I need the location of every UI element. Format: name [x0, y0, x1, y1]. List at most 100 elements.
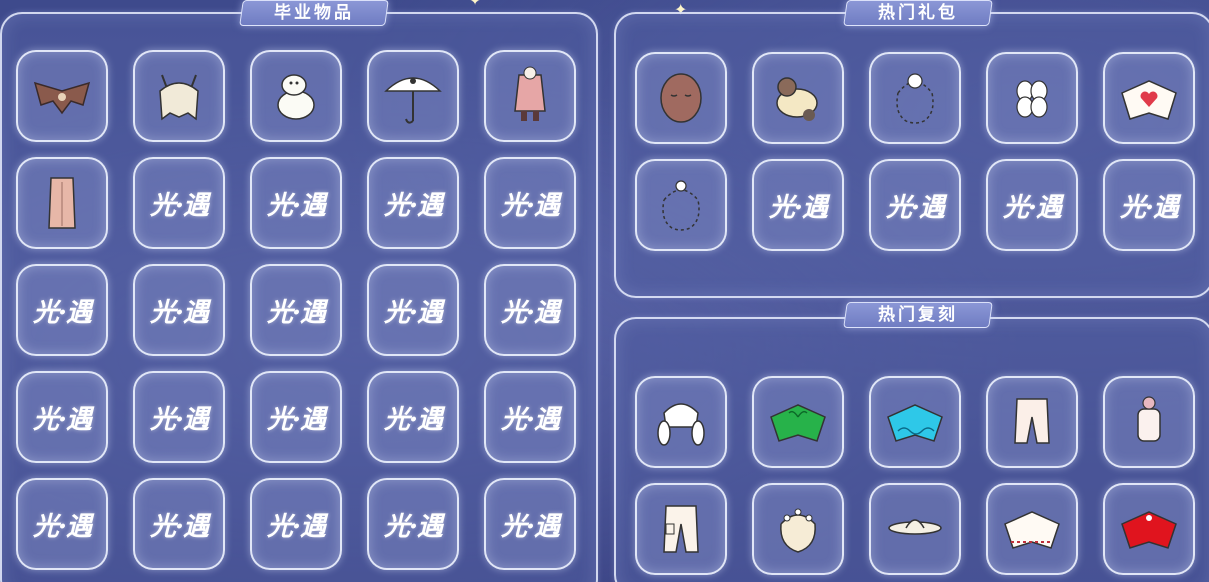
blue-wave-cape-icon	[887, 404, 943, 442]
gift-pack-item-slot[interactable]: 光·遇	[1103, 159, 1195, 251]
sky-logo-placeholder: 光·遇	[383, 297, 443, 328]
reruns-panel	[614, 317, 1209, 582]
red-cape-icon	[1121, 511, 1177, 549]
rerun-item-slot[interactable]	[635, 483, 727, 575]
gift-pack-item-slot[interactable]	[869, 52, 961, 144]
graduation-item-slot[interactable]	[484, 50, 576, 142]
sky-logo-placeholder: 光·遇	[149, 190, 209, 221]
gift-pack-item-slot[interactable]	[986, 52, 1078, 144]
pink-coat-icon	[514, 66, 546, 121]
rerun-item-slot[interactable]	[752, 483, 844, 575]
flower-hairpin-icon	[1016, 80, 1048, 118]
gift-pack-item-slot[interactable]	[635, 52, 727, 144]
flower-crown-hair-icon	[780, 508, 816, 553]
sky-logo-placeholder: 光·遇	[500, 511, 560, 542]
graduation-item-slot[interactable]: 光·遇	[367, 371, 459, 463]
graduation-item-slot[interactable]: 光·遇	[16, 371, 108, 463]
moomin-figure-icon	[277, 74, 315, 120]
sky-logo-placeholder: 光·遇	[149, 511, 209, 542]
rerun-item-slot[interactable]	[1103, 376, 1195, 468]
cargo-pants-icon	[663, 505, 699, 553]
graduation-item-slot[interactable]: 光·遇	[133, 264, 225, 356]
sky-logo-placeholder: 光·遇	[32, 404, 92, 435]
rerun-item-slot[interactable]	[986, 483, 1078, 575]
sky-logo-placeholder: 光·遇	[32, 297, 92, 328]
rerun-item-slot[interactable]	[869, 376, 961, 468]
straw-hat-icon	[888, 519, 942, 535]
graduation-item-slot[interactable]	[250, 50, 342, 142]
reruns-grid	[635, 376, 1195, 575]
white-red-cape-icon	[1004, 511, 1060, 549]
graduation-item-slot[interactable]	[367, 50, 459, 142]
gift-pack-item-slot[interactable]	[752, 52, 844, 144]
outline-hair-icon	[662, 180, 700, 231]
gift-pack-item-slot[interactable]: 光·遇	[869, 159, 961, 251]
heart-cape-icon	[1121, 80, 1177, 120]
graduation-item-slot[interactable]: 光·遇	[250, 264, 342, 356]
graduation-items-panel: 光·遇 光·遇 光·遇 光·遇 光·遇 光·遇 光·遇 光·遇 光·遇 光·遇 光·遇 光·遇 光·遇光…	[0, 12, 598, 582]
graduation-item-slot[interactable]	[16, 50, 108, 142]
sky-logo-placeholder: 光·遇	[266, 190, 326, 221]
graduation-item-slot[interactable]: 光·遇	[133, 478, 225, 570]
sky-logo-placeholder: 光·遇	[266, 404, 326, 435]
gift-packs-grid: 光·遇 光·遇 光·遇 光·遇	[635, 52, 1195, 251]
sky-logo-placeholder: 光·遇	[500, 404, 560, 435]
graduation-item-slot[interactable]: 光·遇	[367, 478, 459, 570]
graduation-item-slot[interactable]: 光·遇	[484, 264, 576, 356]
sky-logo-placeholder: 光·遇	[1119, 192, 1179, 223]
green-leaf-cape-icon	[770, 404, 826, 442]
rerun-item-slot[interactable]	[986, 376, 1078, 468]
animal-ear-hair-icon	[159, 74, 199, 121]
graduation-item-slot[interactable]	[16, 157, 108, 249]
gift-packs-panel: 光·遇 光·遇 光·遇 光·遇	[614, 12, 1209, 298]
sky-logo-placeholder: 光·遇	[500, 297, 560, 328]
sky-logo-placeholder: 光·遇	[383, 190, 443, 221]
rerun-item-slot[interactable]	[635, 376, 727, 468]
gift-pack-item-slot[interactable]: 光·遇	[752, 159, 844, 251]
long-cape-icon	[48, 177, 76, 229]
white-pants-icon	[1014, 398, 1050, 444]
sky-logo-placeholder: 光·遇	[383, 511, 443, 542]
sky-logo-placeholder: 光·遇	[500, 190, 560, 221]
sky-logo-placeholder: 光·遇	[266, 511, 326, 542]
graduation-item-slot[interactable]: 光·遇	[133, 157, 225, 249]
twin-tail-hair-icon	[657, 403, 705, 446]
graduation-item-slot[interactable]	[133, 50, 225, 142]
graduation-item-slot[interactable]: 光·遇	[16, 478, 108, 570]
gift-pack-item-slot[interactable]	[1103, 52, 1195, 144]
sky-logo-placeholder: 光·遇	[383, 404, 443, 435]
cat-outline-hair-icon	[896, 73, 934, 124]
bunny-outfit-icon	[1137, 396, 1161, 442]
sky-logo-placeholder: 光·遇	[32, 511, 92, 542]
sky-logo-placeholder: 光·遇	[149, 404, 209, 435]
graduation-item-slot[interactable]: 光·遇	[484, 371, 576, 463]
sky-logo-placeholder: 光·遇	[266, 297, 326, 328]
lamb-figure-icon	[776, 77, 818, 121]
graduation-item-slot[interactable]: 光·遇	[250, 157, 342, 249]
star-decoration: ✦	[470, 0, 481, 8]
graduation-item-slot[interactable]: 光·遇	[250, 371, 342, 463]
gift-pack-item-slot[interactable]: 光·遇	[986, 159, 1078, 251]
graduation-item-slot[interactable]: 光·遇	[367, 157, 459, 249]
cat-umbrella-icon	[384, 77, 442, 124]
graduation-item-slot[interactable]: 光·遇	[133, 371, 225, 463]
graduation-item-slot[interactable]: 光·遇	[250, 478, 342, 570]
gift-pack-item-slot[interactable]	[635, 159, 727, 251]
gift-packs-title: 热门礼包	[843, 0, 993, 26]
sky-logo-placeholder: 光·遇	[768, 192, 828, 223]
graduation-item-slot[interactable]: 光·遇	[484, 478, 576, 570]
reruns-title: 热门复刻	[843, 302, 993, 328]
graduation-item-slot[interactable]: 光·遇	[16, 264, 108, 356]
graduation-item-slot[interactable]: 光·遇	[484, 157, 576, 249]
mask-icon	[660, 73, 702, 123]
sky-logo-placeholder: 光·遇	[885, 192, 945, 223]
graduation-items-title: 毕业物品	[239, 0, 389, 26]
rerun-item-slot[interactable]	[1103, 483, 1195, 575]
rerun-item-slot[interactable]	[752, 376, 844, 468]
sky-logo-placeholder: 光·遇	[1002, 192, 1062, 223]
graduation-items-grid: 光·遇 光·遇 光·遇 光·遇 光·遇 光·遇 光·遇 光·遇 光·遇 光·遇 光·遇 光·遇 光·遇光…	[16, 50, 576, 570]
bat-cape-icon	[33, 81, 91, 115]
graduation-item-slot[interactable]: 光·遇	[367, 264, 459, 356]
sky-logo-placeholder: 光·遇	[149, 297, 209, 328]
rerun-item-slot[interactable]	[869, 483, 961, 575]
